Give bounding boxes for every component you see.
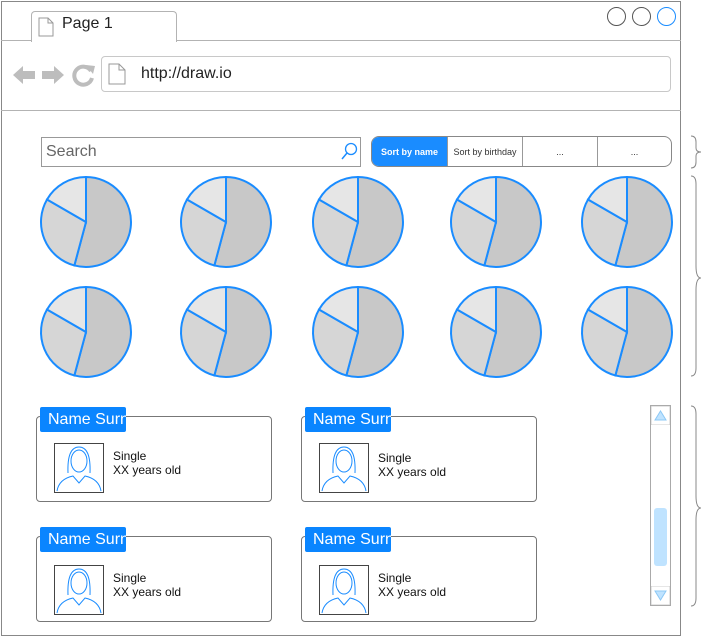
- scroll-up-arrow-icon[interactable]: [651, 406, 670, 425]
- annotation-braces: [690, 135, 702, 607]
- scrollbar-thumb[interactable]: [654, 508, 667, 566]
- scroll-down-arrow-icon[interactable]: [651, 586, 670, 605]
- person-icon: [321, 568, 367, 614]
- avatar-drawings: [56, 446, 367, 614]
- person-icon: [56, 568, 102, 614]
- brace-charts: [690, 175, 702, 377]
- person-icon: [56, 446, 102, 492]
- scrollbar[interactable]: [650, 405, 671, 606]
- brace-cards: [690, 405, 702, 607]
- brace-search-row: [690, 135, 702, 169]
- person-icon: [321, 446, 367, 492]
